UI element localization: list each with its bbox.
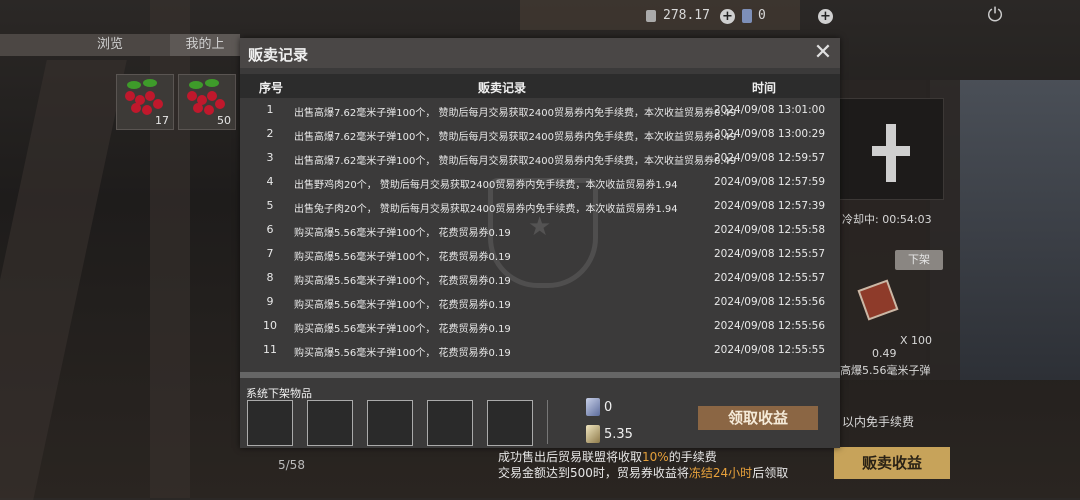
row-time: 2024/09/08 12:55:57: [714, 248, 826, 260]
table-row: 7 购买高爆5.56毫米子弹100个， 花费贸易券0.19 2024/09/08 1…: [240, 242, 840, 266]
add-currency-button[interactable]: +: [720, 9, 735, 24]
empty-listing-slot[interactable]: [838, 98, 944, 200]
system-removed-label: 系统下架物品: [246, 387, 312, 400]
row-number: 5: [266, 199, 274, 212]
table-header: 序号 贩卖记录 时间: [240, 74, 840, 98]
row-number: 9: [266, 295, 274, 308]
row-number: 4: [266, 175, 274, 188]
row-record: 购买高爆5.56毫米子弹100个， 花费贸易券0.19: [294, 324, 511, 335]
row-number: 8: [266, 271, 274, 284]
row-time: 2024/09/08 12:57:39: [714, 200, 826, 212]
dialog-header: 贩卖记录 ✕: [240, 38, 840, 68]
item-quantity: X 100: [900, 334, 933, 347]
row-record: 购买高爆5.56毫米子弹100个， 花费贸易券0.19: [294, 276, 511, 287]
row-time: 2024/09/08 12:57:59: [714, 176, 826, 188]
currency-value: 278.17: [663, 8, 710, 23]
system-item-slot[interactable]: [247, 400, 293, 446]
row-record: 出售兔子肉20个， 赞助后每月交易获取2400贸易券内免手续费，本次收益贸易券1…: [294, 204, 678, 215]
row-record: 出售高爆7.62毫米子弹100个， 赞助后每月交易获取2400贸易券内免手续费，…: [294, 108, 737, 119]
coupon-icon: [742, 9, 752, 23]
table-row: 2 出售高爆7.62毫米子弹100个， 赞助后每月交易获取2400贸易券内免手续费…: [240, 122, 840, 146]
row-number: 2: [266, 127, 274, 140]
header-num: 序号: [259, 81, 284, 95]
sell-income-button[interactable]: 贩卖收益: [834, 447, 950, 479]
row-time: 2024/09/08 13:00:29: [714, 128, 826, 140]
row-time: 2024/09/08 12:59:57: [714, 152, 826, 164]
coupon-icon: [586, 398, 600, 416]
page-indicator: 5/58: [278, 458, 305, 472]
header-record: 贩卖记录: [478, 81, 527, 95]
table-row: 8 购买高爆5.56毫米子弹100个， 花费贸易券0.19 2024/09/08 1…: [240, 266, 840, 290]
coupon-value: 0: [758, 8, 766, 23]
inventory-slot[interactable]: 17: [116, 74, 174, 130]
table-row: 11 购买高爆5.56毫米子弹100个， 花费贸易券0.19 2024/09/08 …: [240, 338, 840, 362]
table-row: 1 出售高爆7.62毫米子弹100个， 赞助后每月交易获取2400贸易券内免手续费…: [240, 98, 840, 122]
row-time: 2024/09/08 12:55:56: [714, 320, 826, 332]
add-icon: [872, 124, 910, 184]
row-time: 2024/09/08 12:55:56: [714, 296, 826, 308]
power-icon[interactable]: ⏻: [984, 4, 1006, 26]
item-count: 17: [155, 114, 169, 127]
table-scroll-edge[interactable]: [240, 372, 840, 378]
fee-text: 以内免手续费: [842, 415, 915, 429]
item-price: 0.49: [872, 347, 897, 360]
row-record: 购买高爆5.56毫米子弹100个， 花费贸易券0.19: [294, 348, 511, 359]
table-row: 4 出售野鸡肉20个， 赞助后每月交易获取2400贸易券内免手续费，本次收益贸易券…: [240, 170, 840, 194]
divider: [547, 400, 548, 444]
table-row: 3 出售高爆7.62毫米子弹100个， 赞助后每月交易获取2400贸易券内免手续费…: [240, 146, 840, 170]
sales-record-dialog: 贩卖记录 ✕ ★ 序号 贩卖记录 时间 1 出售高爆7.62毫米子弹100个， 赞…: [240, 38, 840, 448]
row-time: 2024/09/08 12:55:57: [714, 272, 826, 284]
currency-icon: [646, 10, 656, 22]
row-record: 购买高爆5.56毫米子弹100个， 花费贸易券0.19: [294, 252, 511, 263]
row-number: 11: [263, 343, 277, 356]
row-record: 出售野鸡肉20个， 赞助后每月交易获取2400贸易券内免手续费，本次收益贸易券1…: [294, 180, 678, 191]
inventory-slot[interactable]: 50: [178, 74, 236, 130]
top-bar: 278.17 + 0 + ⏻: [0, 0, 1080, 34]
row-number: 10: [263, 319, 277, 332]
unlist-button[interactable]: 下架: [895, 250, 943, 270]
header-time: 时间: [752, 81, 777, 95]
gold-coupon-icon: [586, 425, 600, 443]
sales-record-table: 序号 贩卖记录 时间 1 出售高爆7.62毫米子弹100个， 赞助后每月交易获取2…: [240, 74, 840, 377]
row-record: 购买高爆5.56毫米子弹100个， 花费贸易券0.19: [294, 300, 511, 311]
table-row: 5 出售兔子肉20个， 赞助后每月交易获取2400贸易券内免手续费，本次收益贸易券…: [240, 194, 840, 218]
row-time: 2024/09/08 12:55:55: [714, 344, 826, 356]
row-time: 2024/09/08 13:01:00: [714, 104, 826, 116]
row-number: 7: [266, 247, 274, 260]
tab-my-listings[interactable]: 我的上: [170, 34, 240, 56]
coupon-amount: 0: [604, 400, 613, 415]
row-time: 2024/09/08 12:55:58: [714, 224, 826, 236]
tab-bar: 浏览 我的上: [0, 34, 240, 56]
system-item-slot[interactable]: [487, 400, 533, 446]
table-row: 10 购买高爆5.56毫米子弹100个， 花费贸易券0.19 2024/09/08 …: [240, 314, 840, 338]
gold-amount: 5.35: [604, 427, 633, 442]
item-count: 50: [217, 114, 231, 127]
dialog-title: 贩卖记录: [248, 46, 309, 64]
background-beam: [0, 60, 127, 500]
row-record: 出售高爆7.62毫米子弹100个， 赞助后每月交易获取2400贸易券内免手续费，…: [294, 132, 737, 143]
table-row: 6 购买高爆5.56毫米子弹100个， 花费贸易券0.19 2024/09/08 1…: [240, 218, 840, 242]
row-number: 1: [266, 103, 274, 116]
item-name: 高爆5.56毫米子弹: [840, 364, 931, 377]
row-number: 6: [266, 223, 274, 236]
close-icon[interactable]: ✕: [810, 40, 836, 66]
system-item-slot[interactable]: [367, 400, 413, 446]
claim-income-button[interactable]: 领取收益: [698, 406, 818, 430]
row-record: 出售高爆7.62毫米子弹100个， 赞助后每月交易获取2400贸易券内免手续费，…: [294, 156, 737, 167]
row-number: 3: [266, 151, 274, 164]
cooldown-timer: 冷却中: 00:54:03: [842, 213, 932, 226]
add-button[interactable]: +: [818, 9, 833, 24]
system-item-slot[interactable]: [307, 400, 353, 446]
system-item-slot[interactable]: [427, 400, 473, 446]
row-record: 购买高爆5.56毫米子弹100个， 花费贸易券0.19: [294, 228, 511, 239]
table-row: 9 购买高爆5.56毫米子弹100个， 花费贸易券0.19 2024/09/08 1…: [240, 290, 840, 314]
fee-notice: 成功售出后贸易联盟将收取10%的手续费 交易金额达到500时，贸易券收益将冻结2…: [498, 450, 789, 480]
tab-browse[interactable]: 浏览: [60, 34, 160, 56]
